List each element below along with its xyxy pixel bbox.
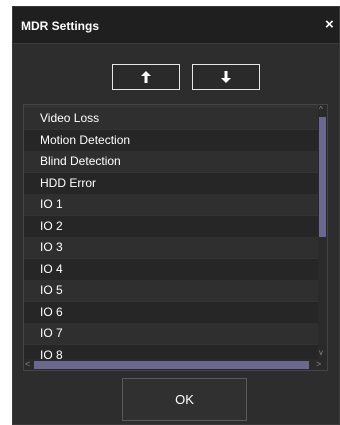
scroll-left-arrow[interactable]: < [25,359,30,370]
horizontal-scrollbar[interactable]: < > [24,359,327,370]
arrow-down-icon [221,71,231,83]
list-item[interactable]: IO 2 [24,215,320,237]
vertical-scroll-thumb[interactable] [319,117,326,237]
list-item[interactable]: Blind Detection [24,151,320,172]
ok-button[interactable]: OK [122,378,247,421]
list-item[interactable]: IO 7 [24,323,320,344]
move-up-button[interactable] [112,64,180,90]
list-item[interactable]: Motion Detection [24,129,320,151]
list-item[interactable]: IO 1 [24,194,320,215]
horizontal-scroll-thumb[interactable] [34,361,309,369]
list-item[interactable]: Video Loss [24,108,320,129]
arrow-up-icon [141,71,151,83]
scroll-right-arrow[interactable]: > [316,359,321,370]
scroll-up-arrow[interactable]: ^ [319,106,323,114]
close-button[interactable]: × [325,16,339,34]
event-list[interactable]: Video Loss Motion Detection Blind Detectio… [23,104,328,371]
list-item[interactable]: IO 6 [24,301,320,323]
dialog-titlebar[interactable]: MDR Settings × [13,7,339,44]
list-item[interactable]: IO 5 [24,280,320,301]
list-item[interactable]: HDD Error [24,172,320,194]
vertical-scrollbar[interactable]: ^ v [318,105,327,359]
list-item[interactable]: IO 3 [24,237,320,258]
mdr-settings-dialog: MDR Settings × Video Loss Motion Detectio… [12,6,340,425]
scroll-down-arrow[interactable]: v [319,349,323,357]
move-down-button[interactable] [192,64,260,90]
dialog-title: MDR Settings [21,19,99,33]
list-item[interactable]: IO 4 [24,258,320,280]
